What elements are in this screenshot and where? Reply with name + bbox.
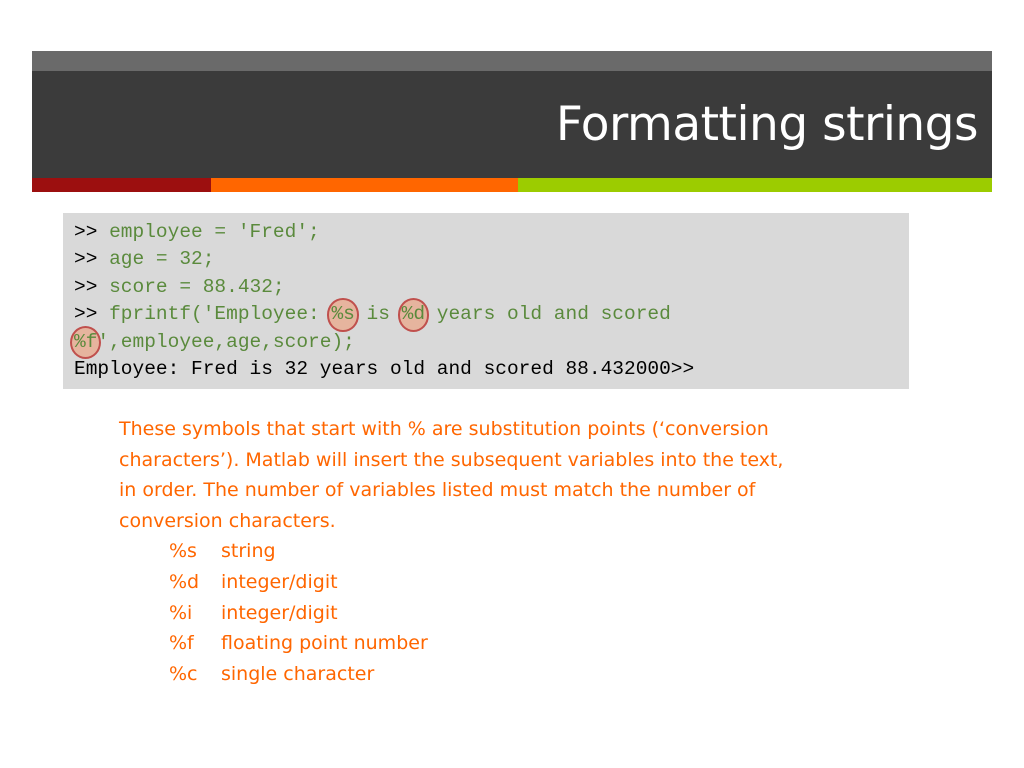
header-top-strip: [32, 51, 992, 71]
code-command: score = 88.432;: [109, 275, 285, 298]
accent-bar: [32, 178, 992, 192]
code-line: >> fprintf('Employee: %s is %d years old…: [74, 298, 898, 333]
specifier-text: %s: [331, 303, 355, 326]
highlighted-specifier: %s: [327, 298, 360, 333]
specifier-meaning: integer/digit: [221, 570, 338, 593]
code-command: ',employee,age,score);: [97, 330, 355, 353]
code-command: employee = 'Fred';: [109, 221, 320, 243]
code-block: >> employee = 'Fred'; >> age = 32; >> sc…: [63, 213, 909, 389]
specifier-code: %d: [169, 570, 200, 593]
list-item: %i integer/digit: [169, 598, 799, 629]
prompt: >>: [74, 303, 98, 326]
list-item: %f floating point number: [169, 628, 799, 659]
slide-title: Formatting strings: [555, 97, 979, 152]
prompt: >>: [74, 221, 98, 243]
accent-bar-orange: [211, 178, 518, 192]
specifier-list: %s string %d integer/digit %i integer/digit…: [119, 536, 799, 689]
specifier-meaning: single character: [221, 662, 375, 685]
highlighted-specifier: %f: [69, 325, 102, 360]
header-band: Formatting strings: [32, 71, 992, 178]
code-line: >> score = 88.432;: [74, 274, 898, 301]
code-line: %f',employee,age,score);: [69, 325, 898, 360]
code-line: >> age = 32;: [74, 246, 898, 273]
list-item: %s string: [169, 536, 799, 567]
specifier-code: %c: [169, 662, 198, 685]
list-item: %c single character: [169, 659, 799, 690]
accent-bar-green: [518, 178, 992, 192]
highlighted-specifier: %d: [397, 298, 430, 333]
specifier-meaning: floating point number: [221, 632, 428, 655]
specifier-text: %d: [401, 303, 426, 326]
specifier-text: %f: [74, 330, 98, 353]
specifier-code: %s: [169, 540, 197, 563]
prompt: >>: [74, 275, 98, 298]
slide: Formatting strings >> employee = 'Fred';…: [0, 0, 1024, 768]
code-command: is: [354, 303, 402, 326]
code-line: >> employee = 'Fred';: [74, 219, 898, 246]
prompt: >>: [74, 248, 98, 271]
code-output: Employee: Fred is 32 years old and score…: [74, 358, 695, 381]
explanation-text: These symbols that start with % are subs…: [119, 414, 799, 689]
code-command: fprintf('Employee:: [109, 303, 332, 326]
explanation-paragraph: These symbols that start with % are subs…: [119, 418, 784, 532]
code-command: age = 32;: [109, 248, 215, 271]
list-item: %d integer/digit: [169, 567, 799, 598]
specifier-meaning: integer/digit: [221, 601, 338, 624]
specifier-code: %f: [169, 632, 194, 655]
specifier-meaning: string: [221, 540, 276, 563]
specifier-code: %i: [169, 601, 193, 624]
accent-bar-red: [32, 178, 211, 192]
code-command: years old and scored: [425, 303, 671, 326]
